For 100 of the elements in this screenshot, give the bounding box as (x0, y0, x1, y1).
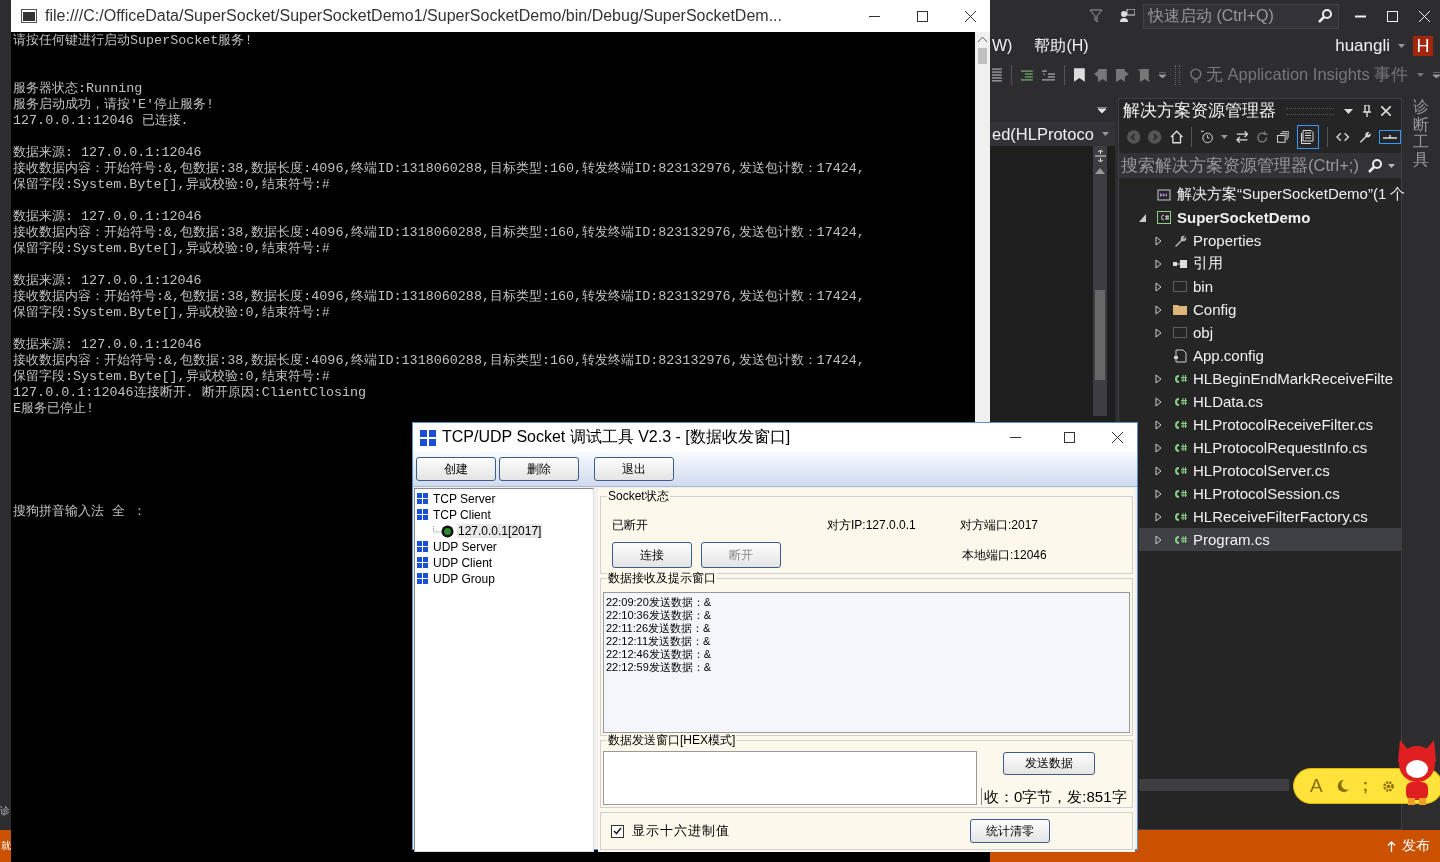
tree-item[interactable]: UDP Client (432, 556, 494, 570)
toolbar-button[interactable]: 创建 (416, 457, 496, 481)
filter-icon[interactable] (1089, 9, 1103, 23)
checkbox-label[interactable]: 显示十六进制值 (632, 822, 730, 840)
side-tab[interactable]: 诊断工具 (1413, 98, 1429, 169)
collapsed-arrow-icon[interactable] (1155, 304, 1163, 315)
search-field[interactable]: 搜索解决方案资源管理器(Ctrl+;) (1119, 153, 1401, 178)
collapse-icon[interactable] (1276, 131, 1290, 143)
tree-item[interactable]: obj (1139, 321, 1401, 344)
scrollbar[interactable] (975, 32, 990, 425)
tree-item[interactable]: Properties (1139, 229, 1401, 252)
collapsed-arrow-icon[interactable] (1155, 281, 1163, 292)
scrollbar-thumb[interactable] (978, 48, 987, 64)
home-icon[interactable] (1169, 130, 1184, 144)
tree-item[interactable]: Config (1139, 298, 1401, 321)
tree-item[interactable]: HLProtocolRequestInfo.cs (1139, 436, 1401, 459)
tree-item[interactable]: UDP Group (432, 572, 496, 586)
collapsed-arrow-icon[interactable] (1155, 396, 1163, 407)
maximize-icon[interactable] (917, 10, 928, 22)
input-mode-toggle[interactable]: A (1310, 775, 1323, 797)
expanded-arrow-icon[interactable] (1139, 212, 1147, 223)
tree-item[interactable]: HLProtocolServer.cs (1139, 459, 1401, 482)
publish-button[interactable]: 发布 (1387, 837, 1440, 855)
collapsed-arrow-icon[interactable] (1155, 235, 1163, 246)
caret-icon[interactable] (1344, 108, 1353, 114)
maximize-icon[interactable] (1064, 432, 1075, 443)
tree-item[interactable]: 引用 (1139, 252, 1401, 275)
menu-item[interactable]: 帮助(H) (1032, 35, 1089, 57)
gear-icon[interactable] (1382, 779, 1395, 793)
tree-item[interactable]: HLProtocolReceiveFilter.cs (1139, 413, 1401, 436)
caret-icon[interactable] (1388, 163, 1395, 168)
scrollbar[interactable] (1093, 146, 1107, 416)
tree-item[interactable]: SuperSocketDemo (1139, 206, 1401, 229)
toolbar-button[interactable]: 退出 (594, 457, 674, 481)
avatar[interactable]: H (1413, 36, 1433, 56)
caret-icon[interactable] (1221, 135, 1229, 139)
tree-item[interactable]: HLData.cs (1139, 390, 1401, 413)
overflow-icon[interactable] (1159, 72, 1167, 78)
menu-item[interactable]: W) (990, 37, 1013, 55)
toolbar-button[interactable]: 删除 (499, 457, 579, 481)
split-icon[interactable] (1094, 150, 1106, 162)
preview-button[interactable] (1378, 130, 1401, 144)
collapsed-arrow-icon[interactable] (1155, 465, 1163, 476)
user-name[interactable]: huangli (1335, 36, 1390, 56)
comment-icon[interactable] (1041, 69, 1056, 81)
up-arrow-icon[interactable] (1095, 168, 1105, 174)
member-dropdown[interactable]: ed(HLProtoco (990, 122, 1115, 146)
close-icon[interactable] (965, 10, 976, 22)
collapsed-arrow-icon[interactable] (1155, 327, 1163, 338)
code-icon[interactable] (1336, 132, 1350, 142)
tree-item[interactable]: UDP Server (432, 540, 498, 554)
indent-icon[interactable] (1020, 69, 1033, 81)
tree-item[interactable]: TCP Server (432, 492, 497, 506)
dropdown-icon[interactable] (1097, 107, 1107, 113)
collapsed-arrow-icon[interactable] (1155, 488, 1163, 499)
tree-item[interactable]: Program.cs (1139, 528, 1401, 551)
tree-item[interactable]: 127.0.0.1[2017] (457, 524, 543, 538)
log-line: 22:09:20发送数据：& (606, 596, 713, 609)
overflow-icon[interactable] (1433, 72, 1440, 78)
close-icon[interactable] (1112, 432, 1123, 443)
panel-grip[interactable] (1286, 107, 1334, 115)
checkmark-icon (613, 827, 622, 835)
connection-button[interactable]: 连接 (612, 542, 692, 568)
collapsed-arrow-icon[interactable] (1155, 442, 1163, 453)
send-data-field[interactable] (603, 751, 977, 805)
show-all-files-button[interactable] (1297, 125, 1320, 149)
pin-icon[interactable] (1363, 105, 1371, 117)
side-tab[interactable]: 诊 (0, 804, 10, 818)
tree-item[interactable]: HLReceiveFilterFactory.cs (1139, 505, 1401, 528)
collapsed-arrow-icon[interactable] (1155, 511, 1163, 522)
collapsed-arrow-icon[interactable] (1155, 419, 1163, 430)
lines-icon[interactable] (992, 68, 1002, 82)
caret-icon[interactable] (1398, 44, 1405, 48)
send-button[interactable]: 发送数据 (1003, 752, 1095, 775)
clock-icon[interactable] (1200, 130, 1214, 144)
bookmark-arrow-icon[interactable] (1094, 68, 1107, 82)
tree-item[interactable]: App.config (1139, 344, 1401, 367)
collapsed-arrow-icon[interactable] (1155, 258, 1163, 269)
refresh-icon[interactable] (1256, 130, 1269, 144)
tree-item[interactable]: HLBeginEndMarkReceiveFilte (1139, 367, 1401, 390)
collapsed-arrow-icon[interactable] (1155, 534, 1163, 545)
collapsed-arrow-icon[interactable] (1155, 373, 1163, 384)
quick-launch-field[interactable]: 快速启动 (Ctrl+Q) (1143, 3, 1339, 29)
punctuation-toggle[interactable]: ; (1362, 777, 1368, 795)
wrench-icon[interactable] (1357, 130, 1371, 144)
reset-button[interactable]: 统计清零 (970, 819, 1050, 843)
tree-item[interactable]: HLProtocolSession.cs (1139, 482, 1401, 505)
tree-item[interactable]: TCP Client (432, 508, 492, 522)
feedback-icon[interactable] (1119, 9, 1135, 23)
bookmark-arrow-icon[interactable] (1115, 68, 1129, 82)
console-line: 服务启动成功，请按'E'停止服务! (13, 97, 216, 113)
bookmark-icon[interactable] (1074, 68, 1086, 82)
tree-item[interactable]: bin (1139, 275, 1401, 298)
sync-icon[interactable] (1236, 131, 1249, 143)
scrollbar-thumb[interactable] (1095, 290, 1105, 380)
scrollbar[interactable] (1139, 779, 1289, 791)
moon-icon[interactable] (1336, 779, 1349, 793)
bookmark-clear-icon[interactable] (1137, 68, 1151, 82)
grid-icon (417, 573, 429, 585)
checkbox[interactable] (611, 824, 624, 838)
